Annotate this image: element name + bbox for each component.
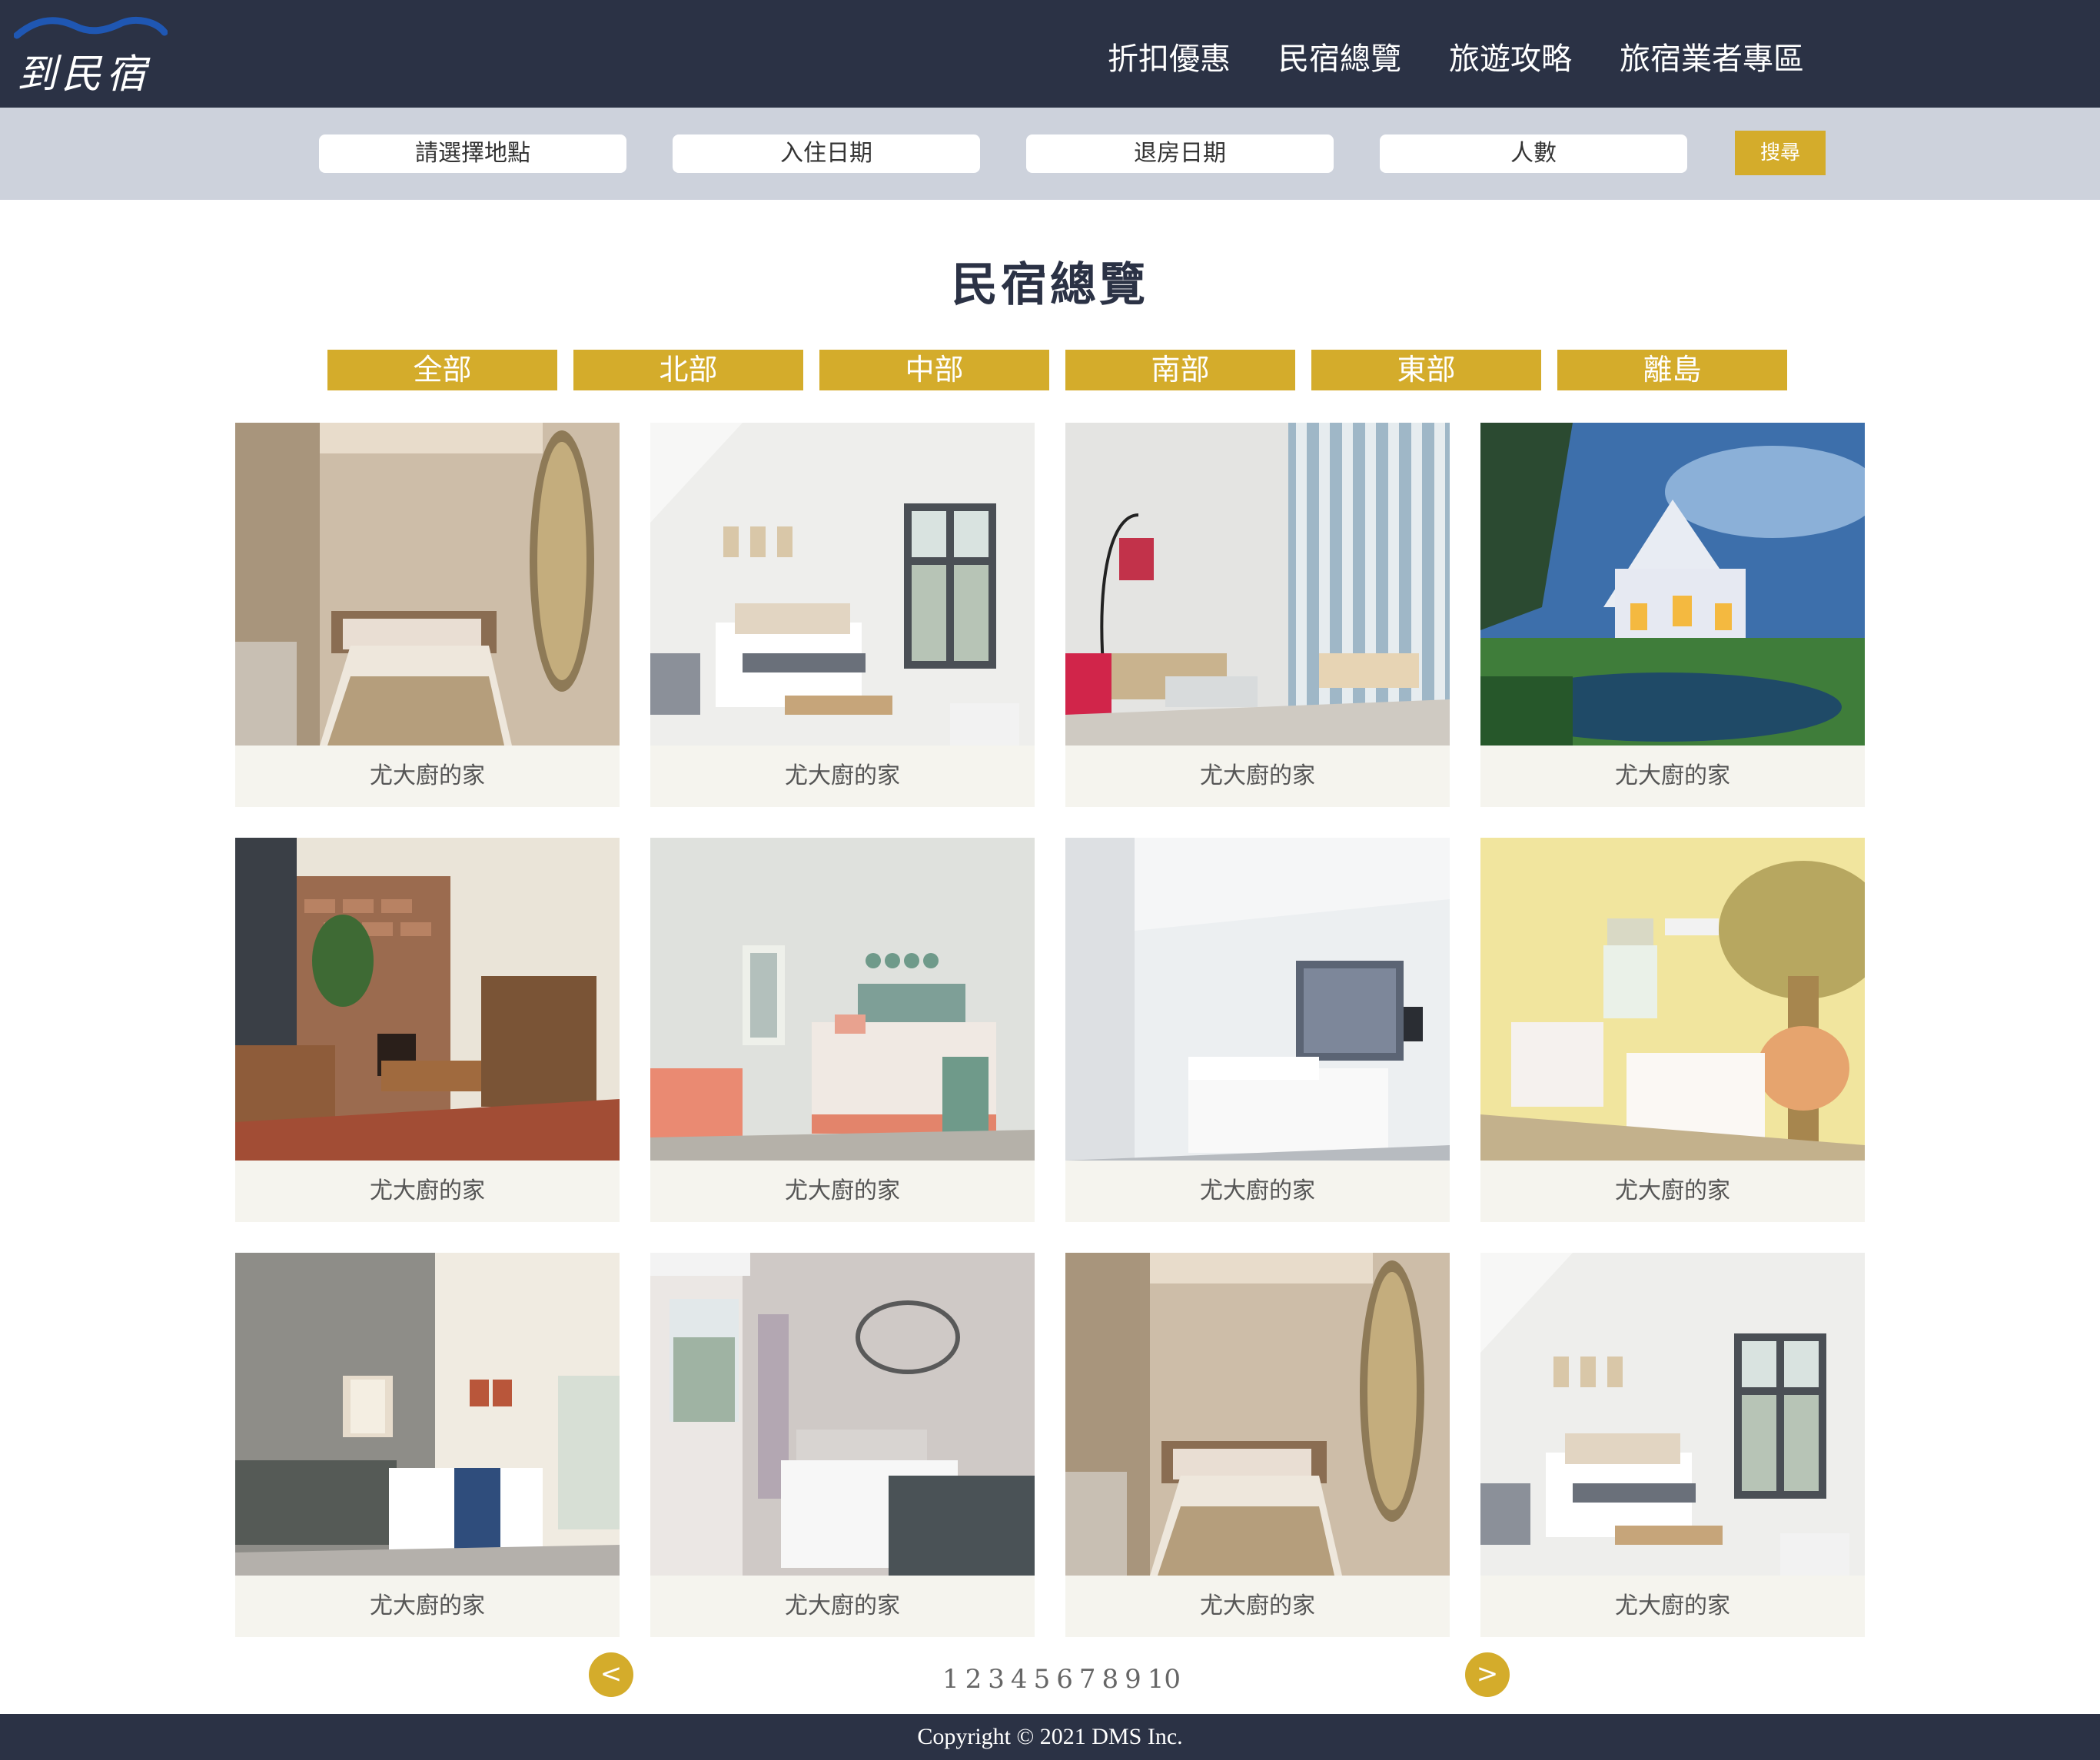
homestay-card[interactable]: 尤大廚的家 [1065, 1253, 1450, 1637]
next-page-button[interactable]: > [1465, 1652, 1510, 1697]
homestay-card[interactable]: 尤大廚的家 [1065, 838, 1450, 1222]
filter-central[interactable]: 中部 [819, 350, 1049, 390]
nav-travel-guides[interactable]: 旅遊攻略 [1449, 34, 1572, 78]
homestay-name: 尤大廚的家 [785, 1592, 900, 1619]
page-link[interactable]: 4 [1011, 1664, 1028, 1695]
guests-field[interactable]: 人數 [1380, 134, 1687, 173]
teal-headboard-bedroom-photo [650, 838, 1035, 1161]
homestay-card[interactable]: 尤大廚的家 [1480, 838, 1865, 1222]
page-link[interactable]: 1 [942, 1664, 959, 1695]
homestay-card[interactable]: 尤大廚的家 [235, 423, 620, 807]
homestay-name: 尤大廚的家 [1200, 1592, 1315, 1619]
bedroom-mirror-photo [1065, 1253, 1450, 1576]
prev-page-button[interactable]: < [589, 1652, 633, 1697]
logo-text: 到民宿 [17, 51, 151, 98]
homestay-name: 尤大廚的家 [1615, 1177, 1730, 1204]
filter-east[interactable]: 東部 [1311, 350, 1541, 390]
nav-operator-zone[interactable]: 旅宿業者專區 [1620, 34, 1804, 78]
homestay-card[interactable]: 尤大廚的家 [1065, 423, 1450, 807]
page-link[interactable]: 10 [1148, 1664, 1181, 1695]
homestay-card[interactable]: 尤大廚的家 [235, 1253, 620, 1637]
homestay-name: 尤大廚的家 [1200, 762, 1315, 789]
checkin-date-field[interactable]: 入住日期 [673, 134, 980, 173]
homestay-name: 尤大廚的家 [1615, 762, 1730, 789]
page-link[interactable]: 3 [988, 1664, 1005, 1695]
white-bedroom-window-photo [1480, 1253, 1865, 1576]
nav-homestay-overview[interactable]: 民宿總覽 [1278, 34, 1401, 78]
main-nav: 折扣優惠 民宿總覽 旅遊攻略 旅宿業者專區 [1108, 34, 1804, 78]
homestay-name: 尤大廚的家 [785, 762, 900, 789]
homestay-card[interactable]: 尤大廚的家 [650, 838, 1035, 1222]
page-numbers: 1 2 3 4 5 6 7 8 9 10 [942, 1664, 1181, 1695]
search-bar: 請選擇地點 入住日期 退房日期 人數 搜尋 [0, 108, 2100, 200]
filter-north[interactable]: 北部 [573, 350, 803, 390]
nav-discounts[interactable]: 折扣優惠 [1108, 34, 1231, 78]
page-link[interactable]: 9 [1125, 1664, 1141, 1695]
homestay-name: 尤大廚的家 [1615, 1592, 1730, 1619]
homestay-card[interactable]: 尤大廚的家 [1480, 1253, 1865, 1637]
page-link[interactable]: 8 [1102, 1664, 1118, 1695]
filter-islands[interactable]: 離島 [1557, 350, 1787, 390]
brick-fireplace-lounge-photo [235, 838, 620, 1161]
homestay-name: 尤大廚的家 [370, 1592, 485, 1619]
striped-living-room-photo [1065, 423, 1450, 746]
page-link[interactable]: 7 [1079, 1664, 1096, 1695]
checkout-date-field[interactable]: 退房日期 [1026, 134, 1334, 173]
wave-logo-icon [14, 16, 168, 39]
homestay-card[interactable]: 尤大廚的家 [650, 1253, 1035, 1637]
yellow-kids-mural-bedroom-photo [1480, 838, 1865, 1161]
homestay-card[interactable]: 尤大廚的家 [650, 423, 1035, 807]
top-navbar: 到民宿 折扣優惠 民宿總覽 旅遊攻略 旅宿業者專區 [0, 0, 2100, 108]
search-button[interactable]: 搜尋 [1735, 131, 1826, 175]
homestay-card[interactable]: 尤大廚的家 [1480, 423, 1865, 807]
location-select[interactable]: 請選擇地點 [319, 134, 626, 173]
filter-south[interactable]: 南部 [1065, 350, 1295, 390]
bedroom-mirror-photo [235, 423, 620, 746]
homestay-name: 尤大廚的家 [370, 1177, 485, 1204]
site-logo[interactable]: 到民宿 [14, 14, 168, 98]
homestay-name: 尤大廚的家 [785, 1177, 900, 1204]
wall-art-bedroom-photo [650, 1253, 1035, 1576]
modern-grey-bedroom-photo [1065, 838, 1450, 1161]
footer: Copyright © 2021 DMS Inc. [0, 1714, 2100, 1760]
page-link[interactable]: 6 [1056, 1664, 1073, 1695]
page-title: 民宿總覽 [952, 258, 1148, 312]
homestay-name: 尤大廚的家 [370, 762, 485, 789]
white-bedroom-window-photo [650, 423, 1035, 746]
sofa-bed-room-photo [235, 1253, 620, 1576]
page-link[interactable]: 5 [1034, 1664, 1051, 1695]
house-at-night-pond-photo [1480, 423, 1865, 746]
page-link[interactable]: 2 [965, 1664, 982, 1695]
filter-all[interactable]: 全部 [327, 350, 557, 390]
homestay-card[interactable]: 尤大廚的家 [235, 838, 620, 1222]
homestay-name: 尤大廚的家 [1200, 1177, 1315, 1204]
copyright-text: Copyright © 2021 DMS Inc. [917, 1724, 1183, 1749]
